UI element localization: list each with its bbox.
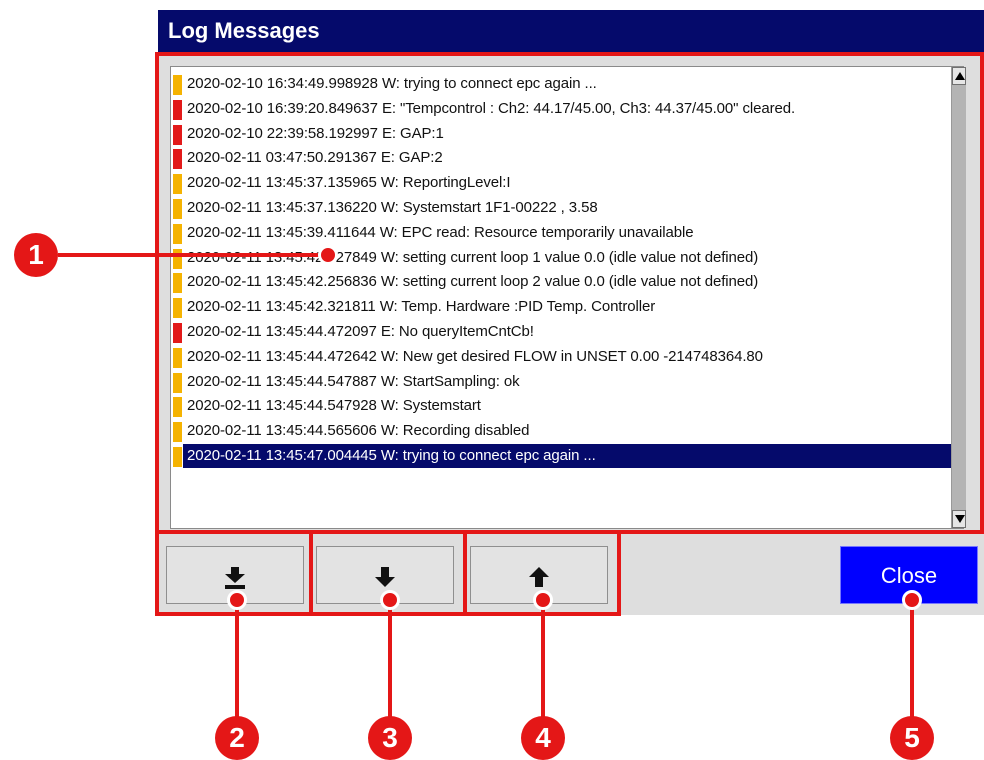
- callout-line-3: [388, 600, 392, 730]
- callout-line-5: [910, 600, 914, 730]
- callout-3: 3: [368, 716, 412, 760]
- annotation-box-log-list: [155, 52, 984, 534]
- callout-line-2: [235, 600, 239, 730]
- callout-dot-4: [533, 590, 553, 610]
- callout-2: 2: [215, 716, 259, 760]
- callout-dot-3: [380, 590, 400, 610]
- callout-dot-5: [902, 590, 922, 610]
- dialog-titlebar: Log Messages: [158, 10, 984, 54]
- dialog-title: Log Messages: [168, 18, 320, 43]
- callout-1: 1: [14, 233, 58, 277]
- callout-5: 5: [890, 716, 934, 760]
- callout-line-1: [58, 253, 328, 257]
- callout-dot-1: [318, 245, 338, 265]
- callout-dot-2: [227, 590, 247, 610]
- callout-line-4: [541, 600, 545, 730]
- callout-4: 4: [521, 716, 565, 760]
